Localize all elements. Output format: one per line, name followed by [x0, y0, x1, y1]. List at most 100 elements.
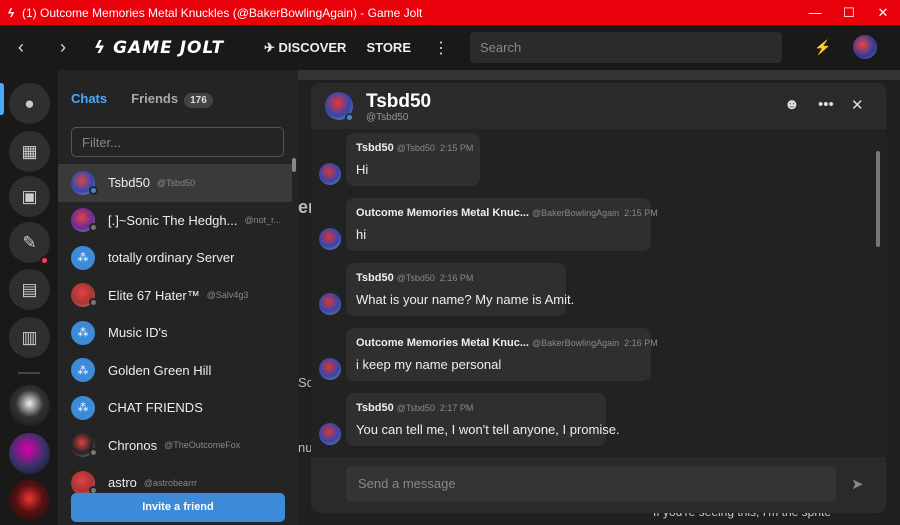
message-avatar[interactable]: [319, 163, 341, 185]
message-bubble: Tsbd50 @Tsbd50 2:15 PM Hi: [346, 133, 480, 186]
chat-tabs: Chats Friends 176: [71, 91, 213, 108]
message-handle: @Tsbd50: [396, 143, 435, 153]
forward-arrow-icon[interactable]: ›: [42, 37, 84, 58]
gamejolt-bolt-icon: ϟ: [7, 5, 15, 20]
compass-icon: ✈: [264, 39, 275, 55]
message-meta: Outcome Memories Metal Knuc... @BakerBowl…: [356, 207, 658, 219]
activity-icon[interactable]: ⚡: [814, 39, 831, 56]
close-chat-icon[interactable]: ✕: [851, 96, 864, 114]
message-bubble: Outcome Memories Metal Knuc... @BakerBowl…: [346, 198, 658, 251]
close-window-button[interactable]: ✕: [866, 0, 900, 25]
chat-subtitle: @Tsbd50: [366, 112, 409, 123]
search-input[interactable]: Search: [470, 32, 782, 63]
maximize-button[interactable]: ☐: [832, 0, 866, 25]
message-avatar[interactable]: [319, 293, 341, 315]
chat-handle: @Tsbd50: [156, 177, 196, 188]
chat-handle: @astrobearrr: [143, 477, 198, 488]
message-text: You can tell me, I won't tell anyone, I …: [356, 422, 620, 437]
message-author: Outcome Memories Metal Knuc...: [356, 337, 529, 349]
group-chat-icon: ⁂: [71, 320, 95, 345]
rail-divider: [18, 372, 40, 374]
group-chat-icon: ⁂: [71, 395, 95, 420]
chat-avatar[interactable]: [325, 92, 354, 122]
top-navigation: ‹ › ϟ GAME JOLT ✈ DISCOVER STORE ⋮ Searc…: [0, 25, 900, 70]
rail-library-icon[interactable]: ▥: [9, 317, 50, 358]
logo-bolt-icon: ϟ: [94, 37, 107, 58]
message-text: i keep my name personal: [356, 357, 502, 372]
message-handle: @Tsbd50: [396, 403, 435, 413]
chat-list-item[interactable]: ⁂ totally ordinary Server: [58, 239, 292, 277]
message-scrollbar[interactable]: [876, 151, 880, 247]
message-avatar[interactable]: [319, 358, 341, 380]
friends-count-badge: 176: [184, 93, 213, 108]
user-avatar[interactable]: [853, 35, 877, 59]
left-rail: ● ▦ ▣ ✎ ▤ ▥: [0, 70, 58, 525]
message-meta: Outcome Memories Metal Knuc... @BakerBowl…: [356, 337, 658, 349]
rail-home-icon[interactable]: ●: [9, 83, 50, 124]
gamejolt-logo[interactable]: ϟ GAME JOLT: [94, 38, 244, 58]
tab-friends-label: Friends: [131, 91, 179, 106]
chat-list-item[interactable]: Tsbd50 @Tsbd50: [58, 164, 292, 202]
more-menu-icon[interactable]: ⋮: [433, 38, 449, 58]
rail-game-thumbnail[interactable]: [9, 433, 50, 474]
status-dot: [89, 448, 98, 457]
message-avatar[interactable]: [319, 423, 341, 445]
chat-list-item[interactable]: [.]~Sonic The Hedgh... @not_r...: [58, 202, 292, 240]
send-icon[interactable]: ➤: [851, 475, 864, 493]
invite-friend-button[interactable]: Invite a friend: [71, 493, 285, 522]
notification-dot: [40, 256, 49, 265]
rail-game-thumbnail[interactable]: [9, 480, 50, 521]
message-avatar[interactable]: [319, 228, 341, 250]
rail-store-icon[interactable]: ▦: [9, 131, 50, 172]
message-author: Outcome Memories Metal Knuc...: [356, 207, 529, 219]
chat-list-scrollbar[interactable]: [292, 158, 296, 172]
chat-handle: @Salv4g3: [206, 290, 249, 301]
message-time: 2:15 PM: [624, 208, 658, 218]
chat-name: Golden Green Hill: [108, 362, 212, 378]
filter-input[interactable]: Filter...: [71, 127, 284, 157]
message-bubble: Tsbd50 @Tsbd50 2:16 PM What is your name? M…: [346, 263, 574, 316]
discover-link[interactable]: ✈ DISCOVER: [264, 40, 346, 56]
message-meta: Tsbd50 @Tsbd50 2:17 PM: [356, 402, 596, 414]
chat-title: Tsbd50: [366, 91, 432, 112]
chat-window: Tsbd50 @Tsbd50 ☻ ••• ✕ Tsbd50 @Tsbd50 2:15…: [311, 83, 886, 513]
tab-friends[interactable]: Friends 176: [131, 91, 213, 108]
chat-name: Elite 67 Hater™: [108, 287, 200, 303]
rail-chat-icon[interactable]: ▤: [9, 269, 50, 310]
message-author: Tsbd50: [356, 402, 394, 414]
chat-list-item[interactable]: ⁂ Music ID's: [58, 314, 292, 352]
rail-game-thumbnail[interactable]: [9, 385, 50, 426]
background-strip: [298, 70, 900, 80]
message-meta: Tsbd50 @Tsbd50 2:15 PM: [356, 142, 473, 154]
status-dot: [89, 185, 98, 195]
logo-text: GAME JOLT: [113, 37, 225, 58]
message-author: Tsbd50: [356, 272, 394, 284]
message-time: 2:16 PM: [624, 338, 658, 348]
chat-list-item[interactable]: ⁂ Golden Green Hill: [58, 352, 292, 390]
message-author: Tsbd50: [356, 142, 394, 154]
window-titlebar: ϟ (1) Outcome Memories Metal Knuckles (@…: [0, 0, 900, 25]
rail-backpack-icon[interactable]: ▣: [9, 176, 50, 217]
message-text: Hi: [356, 162, 369, 177]
more-options-icon[interactable]: •••: [818, 96, 834, 113]
chats-panel: Chats Friends 176 Filter... Tsbd50 @Tsbd50…: [58, 70, 298, 525]
minimize-button[interactable]: —: [798, 0, 832, 25]
chat-list-item[interactable]: Chronos @TheOutcomeFox: [58, 427, 292, 465]
store-link[interactable]: STORE: [366, 40, 411, 55]
chat-list-item[interactable]: ⁂ CHAT FRIENDS: [58, 389, 292, 427]
message-list: Tsbd50 @Tsbd50 2:15 PM Hi Outcome Memories M…: [311, 129, 886, 457]
chat-header: Tsbd50 @Tsbd50 ☻ ••• ✕: [311, 83, 886, 129]
chat-list-item[interactable]: Elite 67 Hater™ @Salv4g3: [58, 277, 292, 315]
chat-name: Music ID's: [108, 325, 168, 341]
message-text: hi: [356, 227, 367, 242]
message-handle: @BakerBowlingAgain: [531, 208, 620, 218]
add-member-icon[interactable]: ☻: [784, 96, 800, 113]
message-time: 2:16 PM: [439, 273, 474, 283]
message-meta: Tsbd50 @Tsbd50 2:16 PM: [356, 272, 556, 284]
message-input[interactable]: Send a message: [346, 466, 836, 502]
back-arrow-icon[interactable]: ‹: [0, 37, 42, 58]
tab-chats[interactable]: Chats: [71, 91, 107, 106]
window-title: (1) Outcome Memories Metal Knuckles (@Ba…: [22, 5, 423, 20]
chat-name: Tsbd50: [108, 175, 150, 191]
message-handle: @Tsbd50: [396, 273, 435, 283]
